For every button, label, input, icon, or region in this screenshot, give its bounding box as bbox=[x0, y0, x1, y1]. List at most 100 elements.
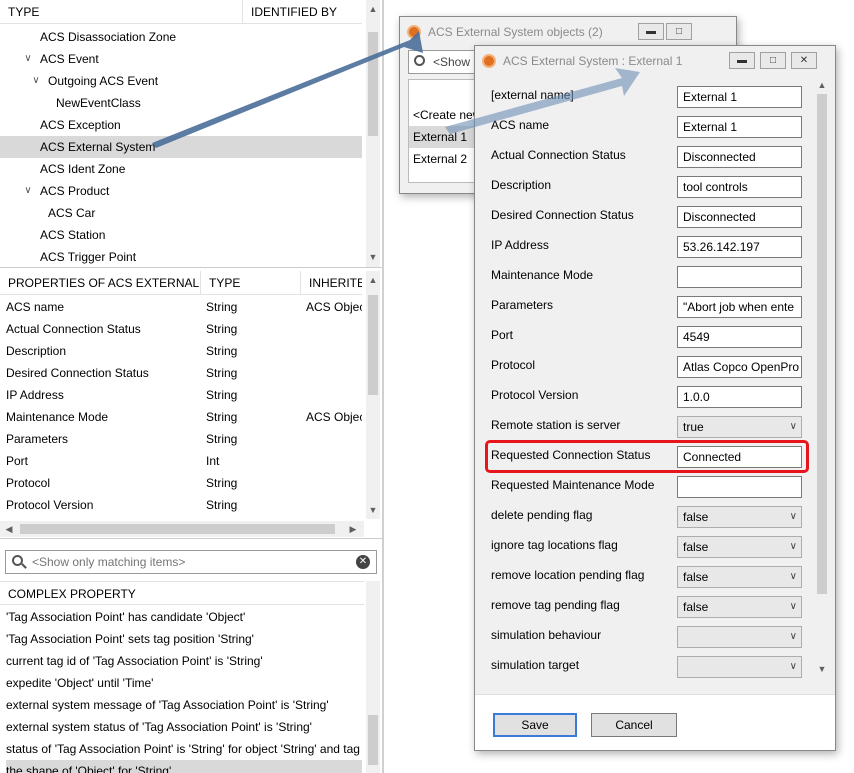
clear-search-icon[interactable]: ✕ bbox=[356, 555, 370, 569]
tree-item[interactable]: ACS Station bbox=[0, 224, 362, 246]
list-item[interactable]: 'Tag Association Point' has candidate 'O… bbox=[6, 606, 362, 628]
field-input[interactable]: Atlas Copco OpenPro bbox=[677, 356, 802, 378]
pane-divider[interactable] bbox=[382, 0, 384, 773]
scroll-down-icon[interactable]: ▼ bbox=[366, 250, 380, 264]
objects-search-box[interactable]: <Show bbox=[408, 50, 478, 74]
scroll-thumb[interactable] bbox=[817, 94, 827, 594]
field-input[interactable]: 1.0.0 bbox=[677, 386, 802, 408]
list-item[interactable]: external system status of 'Tag Associati… bbox=[6, 716, 362, 738]
chevron-down-icon[interactable]: ∨ bbox=[790, 567, 797, 587]
field-dropdown[interactable]: false ∨ bbox=[677, 536, 802, 558]
objects-window-titlebar[interactable]: ACS External System objects (2) ▬ □ bbox=[400, 17, 736, 47]
table-row[interactable]: Desired Connection Status String bbox=[0, 362, 362, 384]
detail-window-titlebar[interactable]: ACS External System : External 1 ▬ □ ✕ bbox=[475, 46, 835, 76]
list-item[interactable]: the shape of 'Object' for 'String' bbox=[6, 760, 362, 773]
field-input[interactable]: tool controls bbox=[677, 176, 802, 198]
scroll-up-icon[interactable]: ▲ bbox=[366, 273, 380, 287]
tree-item[interactable]: NewEventClass bbox=[0, 92, 362, 114]
complex-property-header[interactable]: COMPLEX PROPERTY bbox=[0, 581, 364, 605]
field-input[interactable]: Disconnected bbox=[677, 206, 802, 228]
table-row[interactable]: IP Address String bbox=[0, 384, 362, 406]
chevron-down-icon[interactable]: ∨ bbox=[28, 70, 44, 92]
list-item[interactable]: status of 'Tag Association Point' is 'St… bbox=[6, 738, 362, 760]
scroll-thumb[interactable] bbox=[368, 295, 378, 395]
hscroll-thumb[interactable] bbox=[20, 524, 335, 534]
chevron-down-icon[interactable]: ∨ bbox=[790, 507, 797, 527]
field-input[interactable] bbox=[677, 476, 802, 498]
field-input[interactable]: "Abort job when ente bbox=[677, 296, 802, 318]
list-item[interactable]: external system message of 'Tag Associat… bbox=[6, 694, 362, 716]
type-column-header[interactable]: TYPE bbox=[0, 0, 242, 24]
save-button[interactable]: Save bbox=[493, 713, 577, 737]
chevron-down-icon[interactable]: ∨ bbox=[790, 537, 797, 557]
scroll-up-icon[interactable]: ▲ bbox=[815, 78, 829, 92]
tree-item[interactable]: ACS Ident Zone bbox=[0, 158, 362, 180]
tree-item[interactable]: ACS External System bbox=[0, 136, 362, 158]
field-dropdown[interactable]: false ∨ bbox=[677, 566, 802, 588]
minimize-icon[interactable]: ▬ bbox=[729, 52, 755, 69]
list-item[interactable]: current tag id of 'Tag Association Point… bbox=[6, 650, 362, 672]
chevron-down-icon[interactable]: ∨ bbox=[790, 657, 797, 677]
scroll-left-icon[interactable]: ◀ bbox=[2, 522, 16, 536]
tree-item[interactable]: ∨ ACS Event bbox=[0, 48, 362, 70]
chevron-down-icon[interactable]: ∨ bbox=[790, 597, 797, 617]
close-icon[interactable]: ✕ bbox=[791, 52, 817, 69]
complex-search-input[interactable] bbox=[32, 554, 342, 570]
field-input[interactable] bbox=[677, 266, 802, 288]
scroll-up-icon[interactable]: ▲ bbox=[366, 2, 380, 16]
table-row[interactable]: Port Int bbox=[0, 450, 362, 472]
table-row[interactable]: Protocol String bbox=[0, 472, 362, 494]
list-item[interactable]: expedite 'Object' until 'Time' bbox=[6, 672, 362, 694]
field-dropdown[interactable]: false ∨ bbox=[677, 596, 802, 618]
identified-by-column-header[interactable]: IDENTIFIED BY bbox=[242, 0, 362, 24]
field-dropdown[interactable]: ∨ bbox=[677, 626, 802, 648]
minimize-icon[interactable]: ▬ bbox=[638, 23, 664, 40]
chevron-down-icon[interactable]: ∨ bbox=[20, 180, 36, 202]
scroll-right-icon[interactable]: ▶ bbox=[346, 522, 360, 536]
table-row[interactable]: Description String bbox=[0, 340, 362, 362]
tree-item[interactable]: ACS Disassociation Zone bbox=[0, 26, 362, 48]
complex-search-box[interactable]: ✕ bbox=[5, 550, 377, 574]
object-list-item[interactable]: <Create new bbox=[409, 104, 477, 126]
field-input[interactable]: External 1 bbox=[677, 86, 802, 108]
cancel-button[interactable]: Cancel bbox=[591, 713, 677, 737]
scroll-thumb[interactable] bbox=[368, 32, 378, 136]
table-row[interactable]: Maintenance Mode String ACS Object bbox=[0, 406, 362, 428]
scroll-thumb[interactable] bbox=[368, 715, 378, 765]
properties-inherited-header[interactable]: INHERITED bbox=[300, 271, 362, 295]
table-row[interactable]: Protocol Version String bbox=[0, 494, 362, 516]
properties-name-header[interactable]: PROPERTIES OF ACS EXTERNAL S... bbox=[0, 271, 200, 295]
chevron-down-icon[interactable]: ∨ bbox=[790, 417, 797, 437]
properties-hscrollbar[interactable]: ◀ ▶ bbox=[0, 521, 364, 537]
scroll-down-icon[interactable]: ▼ bbox=[366, 503, 380, 517]
field-dropdown[interactable]: false ∨ bbox=[677, 506, 802, 528]
maximize-icon[interactable]: □ bbox=[760, 52, 786, 69]
table-row[interactable]: ACS name String ACS Object bbox=[0, 296, 362, 318]
list-item[interactable]: 'Tag Association Point' sets tag positio… bbox=[6, 628, 362, 650]
complex-scrollbar[interactable] bbox=[366, 581, 380, 773]
field-input[interactable]: Disconnected bbox=[677, 146, 802, 168]
tree-item[interactable]: ACS Trigger Point bbox=[0, 246, 362, 267]
object-list-item[interactable]: External 1 bbox=[409, 126, 477, 148]
field-input[interactable]: Connected bbox=[677, 446, 802, 468]
properties-type-header[interactable]: TYPE bbox=[200, 271, 300, 295]
field-input[interactable]: 4549 bbox=[677, 326, 802, 348]
field-dropdown[interactable]: ∨ bbox=[677, 656, 802, 678]
maximize-icon[interactable]: □ bbox=[666, 23, 692, 40]
type-tree-scrollbar[interactable]: ▲ ▼ bbox=[366, 0, 380, 267]
field-input[interactable]: External 1 bbox=[677, 116, 802, 138]
tree-item[interactable]: ACS Car bbox=[0, 202, 362, 224]
object-list-item[interactable]: External 2 bbox=[409, 148, 477, 170]
chevron-down-icon[interactable]: ∨ bbox=[20, 48, 36, 70]
field-input[interactable]: 53.26.142.197 bbox=[677, 236, 802, 258]
properties-vscrollbar[interactable]: ▲ ▼ bbox=[366, 271, 380, 519]
tree-item[interactable]: ∨ ACS Product bbox=[0, 180, 362, 202]
field-dropdown[interactable]: true ∨ bbox=[677, 416, 802, 438]
table-row[interactable]: Parameters String bbox=[0, 428, 362, 450]
tree-item[interactable]: ACS Exception bbox=[0, 114, 362, 136]
tree-item[interactable]: ∨ Outgoing ACS Event bbox=[0, 70, 362, 92]
detail-scrollbar[interactable]: ▲ ▼ bbox=[815, 76, 829, 681]
scroll-down-icon[interactable]: ▼ bbox=[815, 662, 829, 676]
chevron-down-icon[interactable]: ∨ bbox=[790, 627, 797, 647]
table-row[interactable]: Actual Connection Status String bbox=[0, 318, 362, 340]
